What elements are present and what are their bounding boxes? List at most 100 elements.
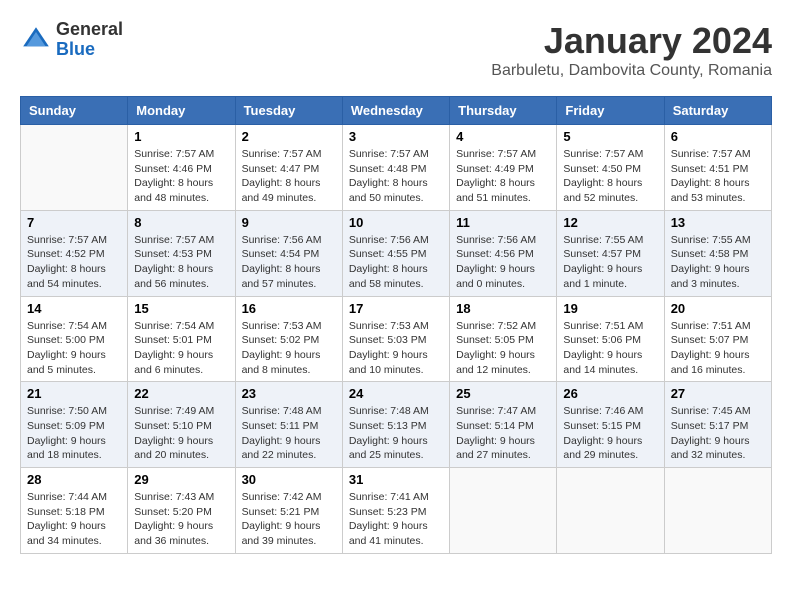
- day-info: Sunrise: 7:57 AMSunset: 4:52 PMDaylight:…: [27, 233, 121, 292]
- calendar-table: Sunday Monday Tuesday Wednesday Thursday…: [20, 96, 772, 554]
- day-info: Sunrise: 7:43 AMSunset: 5:20 PMDaylight:…: [134, 490, 228, 549]
- month-title: January 2024: [491, 20, 772, 62]
- day-number: 16: [242, 301, 336, 316]
- logo-general: General: [56, 19, 123, 39]
- day-number: 1: [134, 129, 228, 144]
- day-info: Sunrise: 7:57 AMSunset: 4:49 PMDaylight:…: [456, 147, 550, 206]
- day-number: 2: [242, 129, 336, 144]
- page-header: General Blue January 2024 Barbuletu, Dam…: [20, 20, 772, 80]
- table-row: 10 Sunrise: 7:56 AMSunset: 4:55 PMDayligh…: [342, 210, 449, 296]
- day-info: Sunrise: 7:57 AMSunset: 4:46 PMDaylight:…: [134, 147, 228, 206]
- table-row: 31 Sunrise: 7:41 AMSunset: 5:23 PMDayligh…: [342, 468, 449, 554]
- table-row: 28Sunrise: 7:44 AMSunset: 5:18 PMDayligh…: [21, 468, 128, 554]
- day-info: Sunrise: 7:57 AMSunset: 4:51 PMDaylight:…: [671, 147, 765, 206]
- header-sunday: Sunday: [21, 97, 128, 125]
- day-number: 14: [27, 301, 121, 316]
- table-row: 22 Sunrise: 7:49 AMSunset: 5:10 PMDayligh…: [128, 382, 235, 468]
- table-row: 1 Sunrise: 7:57 AMSunset: 4:46 PMDaylight…: [128, 125, 235, 211]
- table-row: 13Sunrise: 7:55 AMSunset: 4:58 PMDayligh…: [664, 210, 771, 296]
- table-row: 4 Sunrise: 7:57 AMSunset: 4:49 PMDaylight…: [450, 125, 557, 211]
- table-row: 20 Sunrise: 7:51 AMSunset: 5:07 PMDayligh…: [664, 296, 771, 382]
- calendar-week-row: 21 Sunrise: 7:50 AMSunset: 5:09 PMDayligh…: [21, 382, 772, 468]
- day-number: 3: [349, 129, 443, 144]
- table-row: 30Sunrise: 7:42 AMSunset: 5:21 PMDayligh…: [235, 468, 342, 554]
- day-number: 27: [671, 386, 765, 401]
- day-info: Sunrise: 7:57 AMSunset: 4:48 PMDaylight:…: [349, 147, 443, 206]
- table-row: 5Sunrise: 7:57 AMSunset: 4:50 PMDaylight…: [557, 125, 664, 211]
- day-number: 21: [27, 386, 121, 401]
- header-saturday: Saturday: [664, 97, 771, 125]
- day-info: Sunrise: 7:42 AMSunset: 5:21 PMDaylight:…: [242, 490, 336, 549]
- day-info: Sunrise: 7:49 AMSunset: 5:10 PMDaylight:…: [134, 404, 228, 463]
- logo-text: General Blue: [56, 20, 123, 60]
- day-number: 28: [27, 472, 121, 487]
- day-info: Sunrise: 7:52 AMSunset: 5:05 PMDaylight:…: [456, 319, 550, 378]
- header-wednesday: Wednesday: [342, 97, 449, 125]
- day-number: 24: [349, 386, 443, 401]
- header-friday: Friday: [557, 97, 664, 125]
- day-info: Sunrise: 7:54 AMSunset: 5:01 PMDaylight:…: [134, 319, 228, 378]
- table-row: [21, 125, 128, 211]
- header-monday: Monday: [128, 97, 235, 125]
- day-info: Sunrise: 7:41 AMSunset: 5:23 PMDaylight:…: [349, 490, 443, 549]
- day-info: Sunrise: 7:57 AMSunset: 4:50 PMDaylight:…: [563, 147, 657, 206]
- day-info: Sunrise: 7:46 AMSunset: 5:15 PMDaylight:…: [563, 404, 657, 463]
- day-number: 8: [134, 215, 228, 230]
- day-info: Sunrise: 7:51 AMSunset: 5:07 PMDaylight:…: [671, 319, 765, 378]
- day-number: 11: [456, 215, 550, 230]
- day-number: 6: [671, 129, 765, 144]
- day-info: Sunrise: 7:47 AMSunset: 5:14 PMDaylight:…: [456, 404, 550, 463]
- table-row: 14 Sunrise: 7:54 AMSunset: 5:00 PMDayligh…: [21, 296, 128, 382]
- table-row: 3 Sunrise: 7:57 AMSunset: 4:48 PMDaylight…: [342, 125, 449, 211]
- day-number: 22: [134, 386, 228, 401]
- day-number: 29: [134, 472, 228, 487]
- day-number: 7: [27, 215, 121, 230]
- day-info: Sunrise: 7:56 AMSunset: 4:56 PMDaylight:…: [456, 233, 550, 292]
- day-number: 9: [242, 215, 336, 230]
- table-row: 25Sunrise: 7:47 AMSunset: 5:14 PMDayligh…: [450, 382, 557, 468]
- logo-icon: [20, 24, 52, 56]
- logo-blue: Blue: [56, 39, 95, 59]
- day-number: 4: [456, 129, 550, 144]
- day-number: 13: [671, 215, 765, 230]
- day-info: Sunrise: 7:48 AMSunset: 5:13 PMDaylight:…: [349, 404, 443, 463]
- day-info: Sunrise: 7:51 AMSunset: 5:06 PMDaylight:…: [563, 319, 657, 378]
- table-row: 7 Sunrise: 7:57 AMSunset: 4:52 PMDaylight…: [21, 210, 128, 296]
- day-info: Sunrise: 7:53 AMSunset: 5:02 PMDaylight:…: [242, 319, 336, 378]
- day-info: Sunrise: 7:54 AMSunset: 5:00 PMDaylight:…: [27, 319, 121, 378]
- table-row: 26Sunrise: 7:46 AMSunset: 5:15 PMDayligh…: [557, 382, 664, 468]
- header-thursday: Thursday: [450, 97, 557, 125]
- day-number: 15: [134, 301, 228, 316]
- day-info: Sunrise: 7:48 AMSunset: 5:11 PMDaylight:…: [242, 404, 336, 463]
- table-row: 2 Sunrise: 7:57 AMSunset: 4:47 PMDaylight…: [235, 125, 342, 211]
- table-row: 12 Sunrise: 7:55 AMSunset: 4:57 PMDayligh…: [557, 210, 664, 296]
- table-row: 9 Sunrise: 7:56 AMSunset: 4:54 PMDaylight…: [235, 210, 342, 296]
- day-info: Sunrise: 7:50 AMSunset: 5:09 PMDaylight:…: [27, 404, 121, 463]
- table-row: 11 Sunrise: 7:56 AMSunset: 4:56 PMDayligh…: [450, 210, 557, 296]
- day-info: Sunrise: 7:57 AMSunset: 4:53 PMDaylight:…: [134, 233, 228, 292]
- title-block: January 2024 Barbuletu, Dambovita County…: [491, 20, 772, 80]
- day-number: 31: [349, 472, 443, 487]
- table-row: 19 Sunrise: 7:51 AMSunset: 5:06 PMDayligh…: [557, 296, 664, 382]
- day-info: Sunrise: 7:56 AMSunset: 4:54 PMDaylight:…: [242, 233, 336, 292]
- header-tuesday: Tuesday: [235, 97, 342, 125]
- table-row: 16 Sunrise: 7:53 AMSunset: 5:02 PMDayligh…: [235, 296, 342, 382]
- day-number: 20: [671, 301, 765, 316]
- table-row: [664, 468, 771, 554]
- day-number: 10: [349, 215, 443, 230]
- day-number: 17: [349, 301, 443, 316]
- day-info: Sunrise: 7:55 AMSunset: 4:57 PMDaylight:…: [563, 233, 657, 292]
- day-info: Sunrise: 7:57 AMSunset: 4:47 PMDaylight:…: [242, 147, 336, 206]
- day-number: 12: [563, 215, 657, 230]
- table-row: 23Sunrise: 7:48 AMSunset: 5:11 PMDayligh…: [235, 382, 342, 468]
- table-row: 8 Sunrise: 7:57 AMSunset: 4:53 PMDaylight…: [128, 210, 235, 296]
- day-number: 18: [456, 301, 550, 316]
- calendar-week-row: 14 Sunrise: 7:54 AMSunset: 5:00 PMDayligh…: [21, 296, 772, 382]
- weekday-header-row: Sunday Monday Tuesday Wednesday Thursday…: [21, 97, 772, 125]
- day-number: 19: [563, 301, 657, 316]
- table-row: 21 Sunrise: 7:50 AMSunset: 5:09 PMDayligh…: [21, 382, 128, 468]
- day-info: Sunrise: 7:56 AMSunset: 4:55 PMDaylight:…: [349, 233, 443, 292]
- table-row: [557, 468, 664, 554]
- table-row: 15 Sunrise: 7:54 AMSunset: 5:01 PMDayligh…: [128, 296, 235, 382]
- table-row: 29 Sunrise: 7:43 AMSunset: 5:20 PMDayligh…: [128, 468, 235, 554]
